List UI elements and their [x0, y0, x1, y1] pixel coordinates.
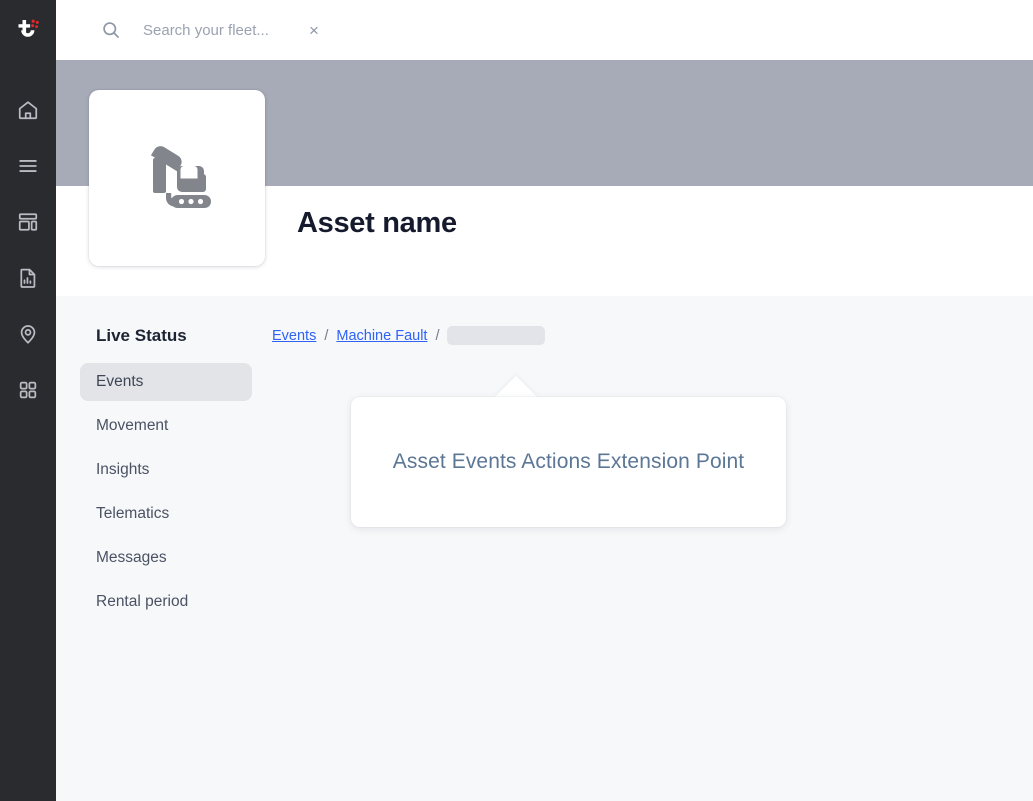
rail-item-apps[interactable] — [0, 362, 56, 418]
asset-subnav: Live Status Events Movement Insights Tel… — [80, 326, 252, 627]
extension-point-card[interactable]: Asset Events Actions Extension Point — [351, 397, 786, 527]
page-title: Asset name — [297, 207, 457, 239]
list-icon — [19, 160, 37, 172]
home-icon — [18, 101, 38, 120]
rail-item-home[interactable] — [0, 82, 56, 138]
subnav-item-messages[interactable]: Messages — [80, 539, 252, 577]
report-icon — [20, 268, 36, 288]
breadcrumb-link-machine-fault[interactable]: Machine Fault — [336, 328, 427, 344]
subnav-item-insights[interactable]: Insights — [80, 451, 252, 489]
app-logo[interactable] — [0, 0, 56, 60]
clear-search-icon[interactable]: × — [303, 19, 325, 41]
callout-arrow-icon — [494, 376, 538, 398]
subnav-heading: Live Status — [96, 326, 187, 345]
breadcrumb: Events / Machine Fault / — [272, 326, 546, 345]
breadcrumb-separator: / — [324, 327, 329, 344]
app-root: × Asset name Live Status Events Movement… — [0, 0, 1033, 801]
left-nav-rail — [0, 0, 56, 801]
search-icon[interactable] — [101, 20, 121, 40]
breadcrumb-link-events[interactable]: Events — [272, 328, 316, 344]
rail-item-reports[interactable] — [0, 250, 56, 306]
grid-apps-icon — [19, 381, 37, 399]
extension-point-label: Asset Events Actions Extension Point — [392, 450, 745, 473]
main-content: Live Status Events Movement Insights Tel… — [56, 296, 1033, 801]
rail-icon-list — [0, 60, 56, 418]
asset-image-card — [89, 90, 265, 266]
rail-item-map[interactable] — [0, 306, 56, 362]
telematics-logo-icon — [18, 19, 39, 37]
location-pin-icon — [20, 325, 36, 344]
subnav-item-events[interactable]: Events — [80, 363, 252, 401]
dashboard-icon — [18, 213, 38, 231]
subnav-item-rental-period[interactable]: Rental period — [80, 583, 252, 621]
top-search-bar: × — [56, 0, 1033, 60]
rail-item-list[interactable] — [0, 138, 56, 194]
excavator-icon — [150, 146, 211, 208]
rail-item-dashboard[interactable] — [0, 194, 56, 250]
search-input[interactable] — [143, 21, 303, 39]
breadcrumb-separator: / — [435, 327, 440, 344]
subnav-item-telematics[interactable]: Telematics — [80, 495, 252, 533]
subnav-item-movement[interactable]: Movement — [80, 407, 252, 445]
breadcrumb-loading-skeleton — [447, 326, 546, 345]
